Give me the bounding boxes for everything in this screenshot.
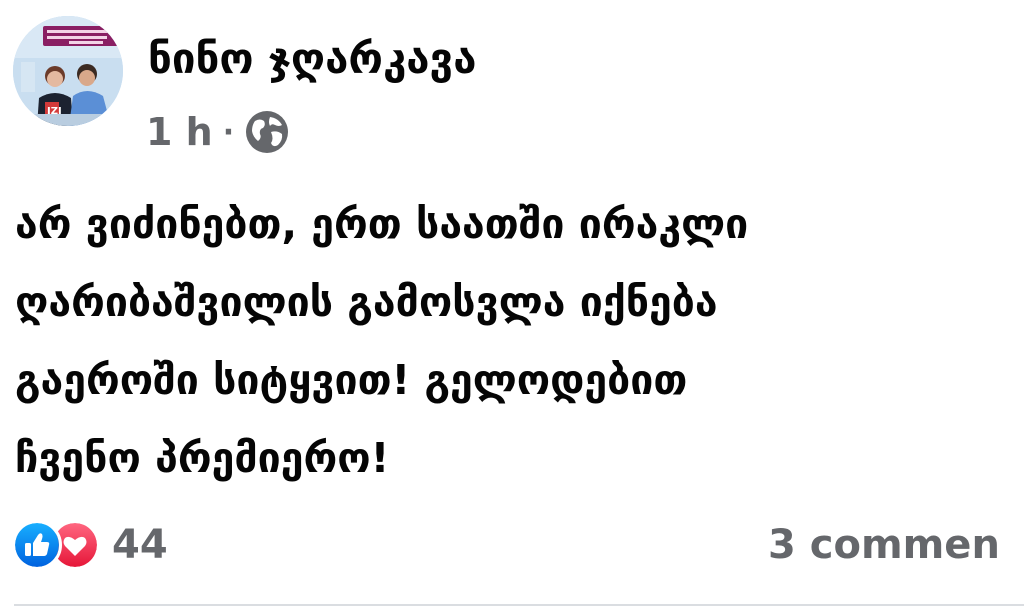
post-meta: 1 h · [146, 108, 290, 156]
author-name[interactable]: ნინო ჯღარკავა [148, 34, 477, 84]
reactions-summary[interactable]: 44 [12, 520, 168, 570]
avatar-photo: IZI [13, 16, 123, 126]
post-message-line: ღარიბაშვილის გამოსვლა იქნება [15, 278, 718, 326]
meta-separator: · [222, 114, 235, 150]
post-message-line: არ ვიძინებთ, ერთ საათში ირაკლი [15, 200, 749, 248]
like-icon [12, 520, 62, 570]
globe-icon[interactable] [244, 109, 290, 155]
comments-count-link[interactable]: 3 commen [768, 521, 1000, 569]
post-message-line: ჩვენო პრემიერო! [15, 434, 390, 482]
facebook-post: IZI ნინო ჯღარკავა 1 h · არ ვიძინებთ, ერთ… [0, 0, 1024, 610]
author-avatar[interactable]: IZI [13, 16, 123, 126]
post-footer-divider [14, 604, 1024, 606]
post-message-line: გაეროში სიტყვით! გელოდებით [15, 356, 688, 404]
reaction-count: 44 [112, 522, 168, 568]
post-message: არ ვიძინებთ, ერთ საათში ირაკლი ღარიბაშვი… [15, 185, 1015, 497]
post-timestamp[interactable]: 1 h [146, 110, 213, 154]
